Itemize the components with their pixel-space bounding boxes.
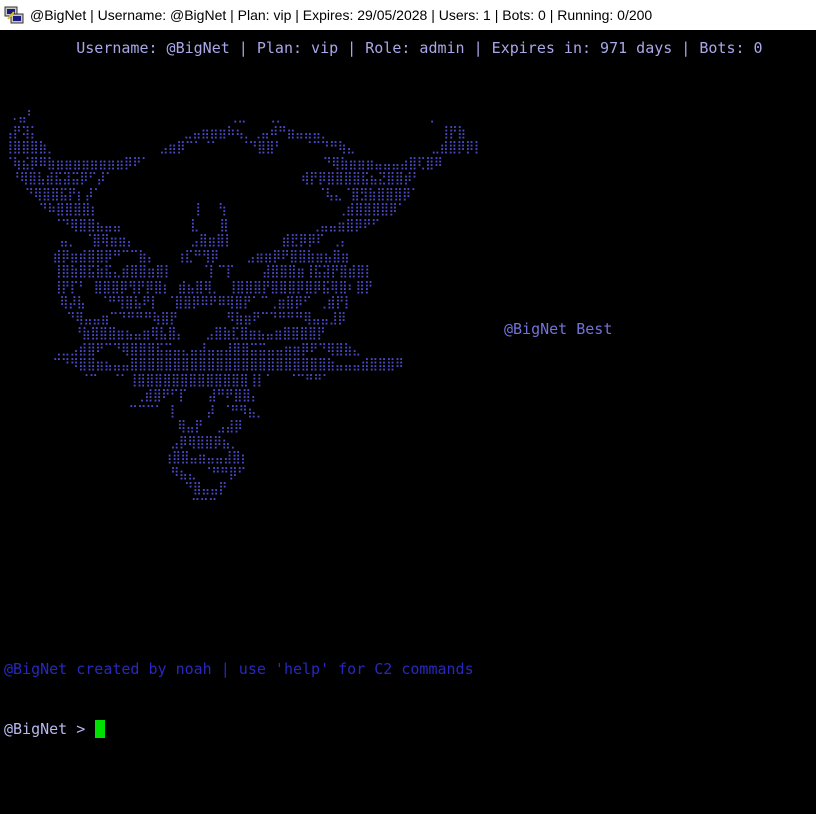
tagline: @BigNet Best (504, 320, 613, 338)
command-prompt: @BigNet > (4, 720, 86, 738)
status-line: Username: @BigNet | Plan: vip | Role: ad… (4, 39, 763, 57)
command-prompt-row[interactable]: @BigNet > (4, 719, 106, 739)
terminal-screen[interactable]: Username: @BigNet | Plan: vip | Role: ad… (0, 30, 816, 814)
window-title: @BigNet | Username: @BigNet | Plan: vip … (30, 7, 653, 23)
ascii-art-banner: .⣤⠃ ⢀⣀ ⢀⡀ ⡀ ⢠⡟⢽⡅ ⣀⣤⣶⣶⣶⠷⢦⡀⢀⣤⠾⠛⣶⣤⣤⣤⡀ ⢸⡟⣷ ⢸… (4, 108, 483, 511)
terminal-cursor[interactable] (95, 720, 106, 738)
putty-terminal-icon (4, 6, 24, 24)
created-by-line: @BigNet created by noah | use 'help' for… (4, 660, 474, 678)
window-titlebar: @BigNet | Username: @BigNet | Plan: vip … (0, 0, 816, 31)
